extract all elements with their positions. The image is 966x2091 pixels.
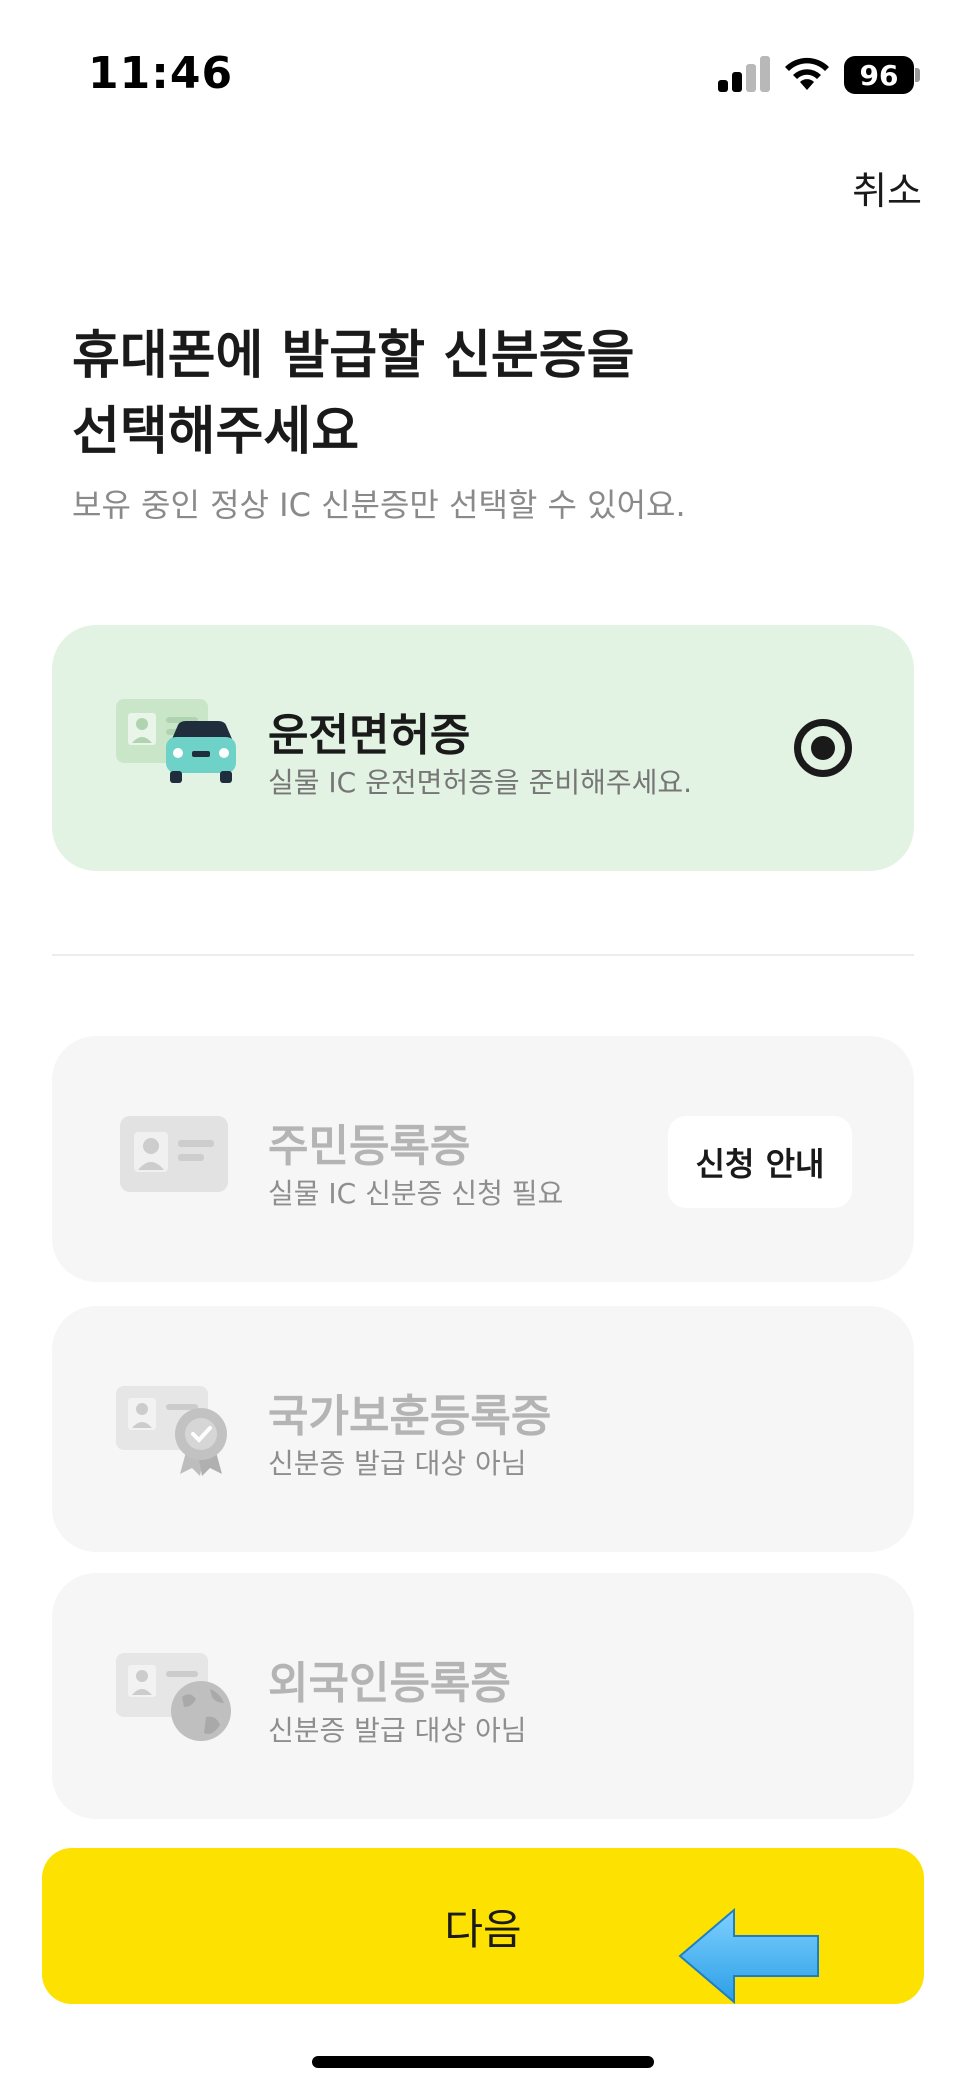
next-button-label: 다음 bbox=[444, 1904, 522, 1954]
veteran-badge-icon bbox=[116, 1386, 227, 1476]
id-option-drivers-license[interactable]: 운전면허증 실물 IC 운전면허증을 준비해주세요. bbox=[52, 625, 914, 871]
page-title-line-1: 휴대폰에 발급할 신분증을 bbox=[72, 326, 635, 386]
status-bar: 11:46 96 bbox=[0, 0, 966, 150]
wifi-icon bbox=[785, 57, 829, 90]
id-option-veteran-card[interactable]: 국가보훈등록증 신분증 발급 대상 아님 bbox=[52, 1306, 914, 1552]
id-card-icon bbox=[120, 1116, 228, 1192]
id-option-description: 실물 IC 운전면허증을 준비해주세요. bbox=[268, 766, 693, 799]
cancel-button[interactable]: 취소 bbox=[852, 160, 922, 215]
apply-guide-button[interactable]: 신청 안내 bbox=[668, 1116, 852, 1208]
page-title-line-2: 선택해주세요 bbox=[72, 402, 360, 462]
divider bbox=[52, 954, 914, 956]
id-option-name: 운전면허증 bbox=[268, 710, 471, 761]
id-option-description: 신분증 발급 대상 아님 bbox=[268, 1447, 527, 1480]
id-option-name: 외국인등록증 bbox=[268, 1658, 511, 1709]
battery-level: 96 bbox=[859, 58, 899, 92]
id-option-description: 신분증 발급 대상 아님 bbox=[268, 1714, 527, 1747]
cellular-signal-icon bbox=[718, 56, 770, 92]
radio-selected-icon[interactable] bbox=[794, 719, 852, 777]
home-indicator bbox=[312, 2056, 654, 2068]
globe-id-icon bbox=[116, 1653, 231, 1741]
arrow-left-icon bbox=[678, 1907, 819, 2005]
battery-icon: 96 bbox=[844, 56, 914, 94]
battery-cap bbox=[915, 68, 920, 82]
page-title: 휴대폰에 발급할 신분증을 선택해주세요 bbox=[72, 318, 892, 470]
id-option-name: 국가보훈등록증 bbox=[268, 1391, 552, 1442]
drivers-license-car-icon bbox=[116, 699, 236, 783]
id-option-name: 주민등록증 bbox=[268, 1121, 471, 1172]
status-time: 11:46 bbox=[88, 48, 234, 99]
id-option-foreigner-card[interactable]: 외국인등록증 신분증 발급 대상 아님 bbox=[52, 1573, 914, 1819]
id-option-description: 실물 IC 신분증 신청 필요 bbox=[268, 1177, 564, 1210]
id-option-resident-card[interactable]: 주민등록증 실물 IC 신분증 신청 필요 신청 안내 bbox=[52, 1036, 914, 1282]
page-subtitle: 보유 중인 정상 IC 신분증만 선택할 수 있어요. bbox=[72, 486, 686, 524]
